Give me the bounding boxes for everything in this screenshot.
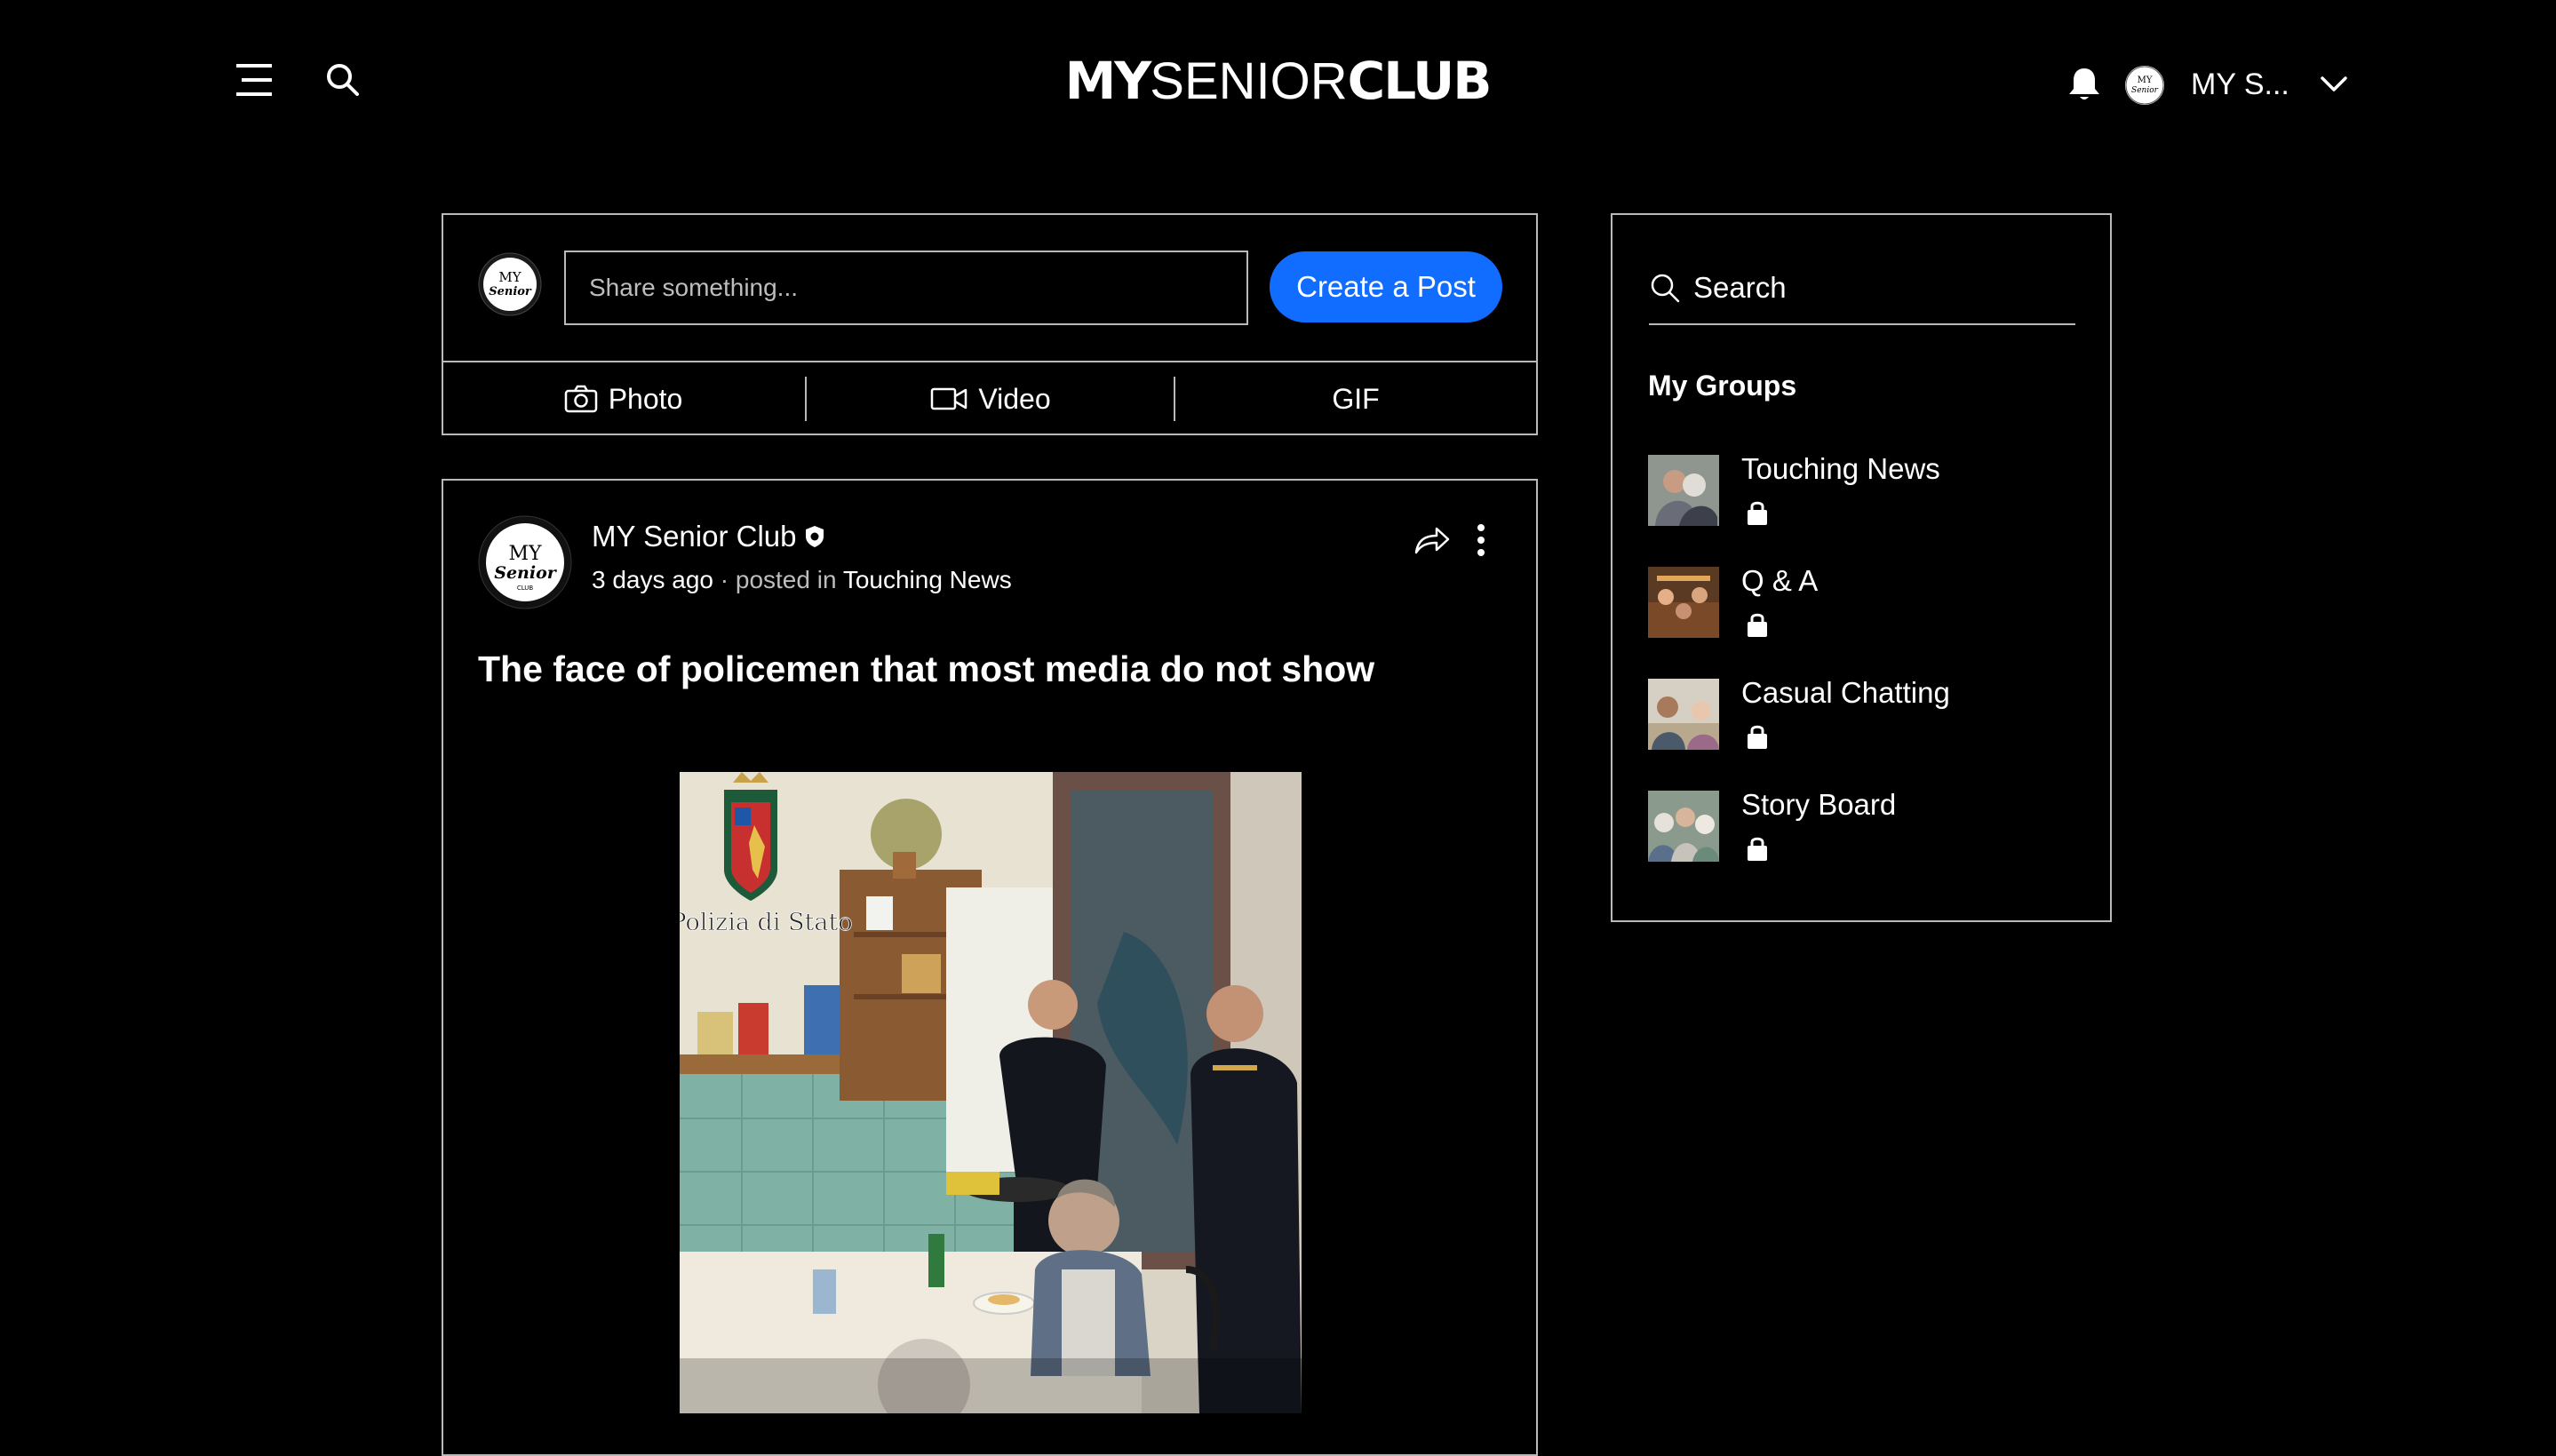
kitchen-photo: Polizia di Stato xyxy=(680,772,1302,1413)
lock-icon xyxy=(1748,725,1767,749)
chevron-down-icon xyxy=(2321,76,2347,91)
svg-text:Senior: Senior xyxy=(2131,86,2159,95)
logo-my: MY xyxy=(1064,51,1152,111)
group-name: Touching News xyxy=(1741,452,1940,485)
group-name: Q & A xyxy=(1741,564,1819,597)
post-meta: 3 days ago · posted in Touching News xyxy=(592,565,1012,595)
menu-button[interactable] xyxy=(236,60,277,101)
svg-text:Senior: Senior xyxy=(494,563,558,583)
group-item-q-and-a[interactable]: Q & A xyxy=(1648,563,2057,638)
group-thumbnail xyxy=(1648,455,1719,526)
post-time: 3 days ago xyxy=(592,566,713,593)
posted-in-label: · posted in xyxy=(720,566,837,593)
svg-text:MY: MY xyxy=(498,269,522,285)
photo-watermark: Polizia di Stato xyxy=(680,909,853,936)
gif-label: GIF xyxy=(1332,382,1380,415)
search-icon xyxy=(327,64,359,96)
group-item-story-board[interactable]: Story Board xyxy=(1648,787,2057,862)
search-icon xyxy=(1651,274,1680,303)
club-logo: MY Senior CLUB xyxy=(478,515,572,609)
group-thumbnail xyxy=(1648,791,1719,862)
svg-text:MY: MY xyxy=(2138,76,2153,85)
logo-senior: SENIOR xyxy=(1150,52,1348,110)
group-item-casual-chatting[interactable]: Casual Chatting xyxy=(1648,675,2057,750)
site-logo[interactable]: MYSENIORCLUB xyxy=(1048,50,1507,113)
club-logo: MY Senior xyxy=(478,252,542,316)
composer-divider xyxy=(442,361,1538,362)
post-more-button[interactable] xyxy=(1468,521,1494,560)
camera-icon xyxy=(564,385,597,413)
svg-text:CLUB: CLUB xyxy=(517,585,534,592)
header-search-button[interactable] xyxy=(325,62,361,98)
photo-label: Photo xyxy=(608,382,683,415)
video-button[interactable]: Video xyxy=(807,371,1174,426)
group-item-touching-news[interactable]: Touching News xyxy=(1648,451,2057,526)
logo-club: CLUB xyxy=(1347,51,1493,111)
notifications-button[interactable] xyxy=(2066,66,2102,103)
group-name: Casual Chatting xyxy=(1741,676,1950,709)
svg-text:MY: MY xyxy=(508,543,542,565)
sidebar-search-label: Search xyxy=(1693,271,1787,304)
lock-icon xyxy=(1748,837,1767,861)
hamburger-icon xyxy=(236,64,272,96)
lock-icon xyxy=(1748,613,1767,637)
bell-icon xyxy=(2069,68,2099,99)
group-thumbnail xyxy=(1648,567,1719,638)
share-something-input[interactable] xyxy=(564,251,1248,325)
gif-button[interactable]: GIF xyxy=(1175,371,1536,426)
author-name: MY Senior Club xyxy=(592,520,797,553)
post-author[interactable]: MY Senior Club xyxy=(592,519,825,554)
user-menu-toggle[interactable] xyxy=(2319,69,2349,99)
post-title: The face of policemen that most media do… xyxy=(478,648,1375,689)
composer-avatar: MY Senior xyxy=(478,252,542,316)
post-author-avatar[interactable]: MY Senior CLUB xyxy=(478,515,572,609)
my-groups-heading: My Groups xyxy=(1648,370,1797,402)
group-thumbnail xyxy=(1648,679,1719,750)
verified-badge-icon xyxy=(805,526,824,547)
video-label: Video xyxy=(978,382,1051,415)
post-image[interactable]: Polizia di Stato xyxy=(680,772,1302,1413)
group-name: Story Board xyxy=(1741,788,1897,821)
user-name[interactable]: MY S... xyxy=(2191,66,2289,103)
share-icon xyxy=(1414,527,1450,554)
avatar-logo: MY Senior xyxy=(2125,66,2164,105)
user-avatar[interactable]: MY Senior xyxy=(2125,66,2164,105)
share-post-button[interactable] xyxy=(1413,522,1452,558)
photo-button[interactable]: Photo xyxy=(443,371,803,426)
lock-icon xyxy=(1748,501,1767,525)
more-vertical-icon xyxy=(1477,524,1485,556)
post-group-link[interactable]: Touching News xyxy=(843,566,1012,593)
sidebar-search[interactable]: Search xyxy=(1649,252,2075,325)
svg-text:Senior: Senior xyxy=(489,285,532,298)
create-post-button[interactable]: Create a Post xyxy=(1270,251,1502,322)
video-icon xyxy=(931,387,967,410)
